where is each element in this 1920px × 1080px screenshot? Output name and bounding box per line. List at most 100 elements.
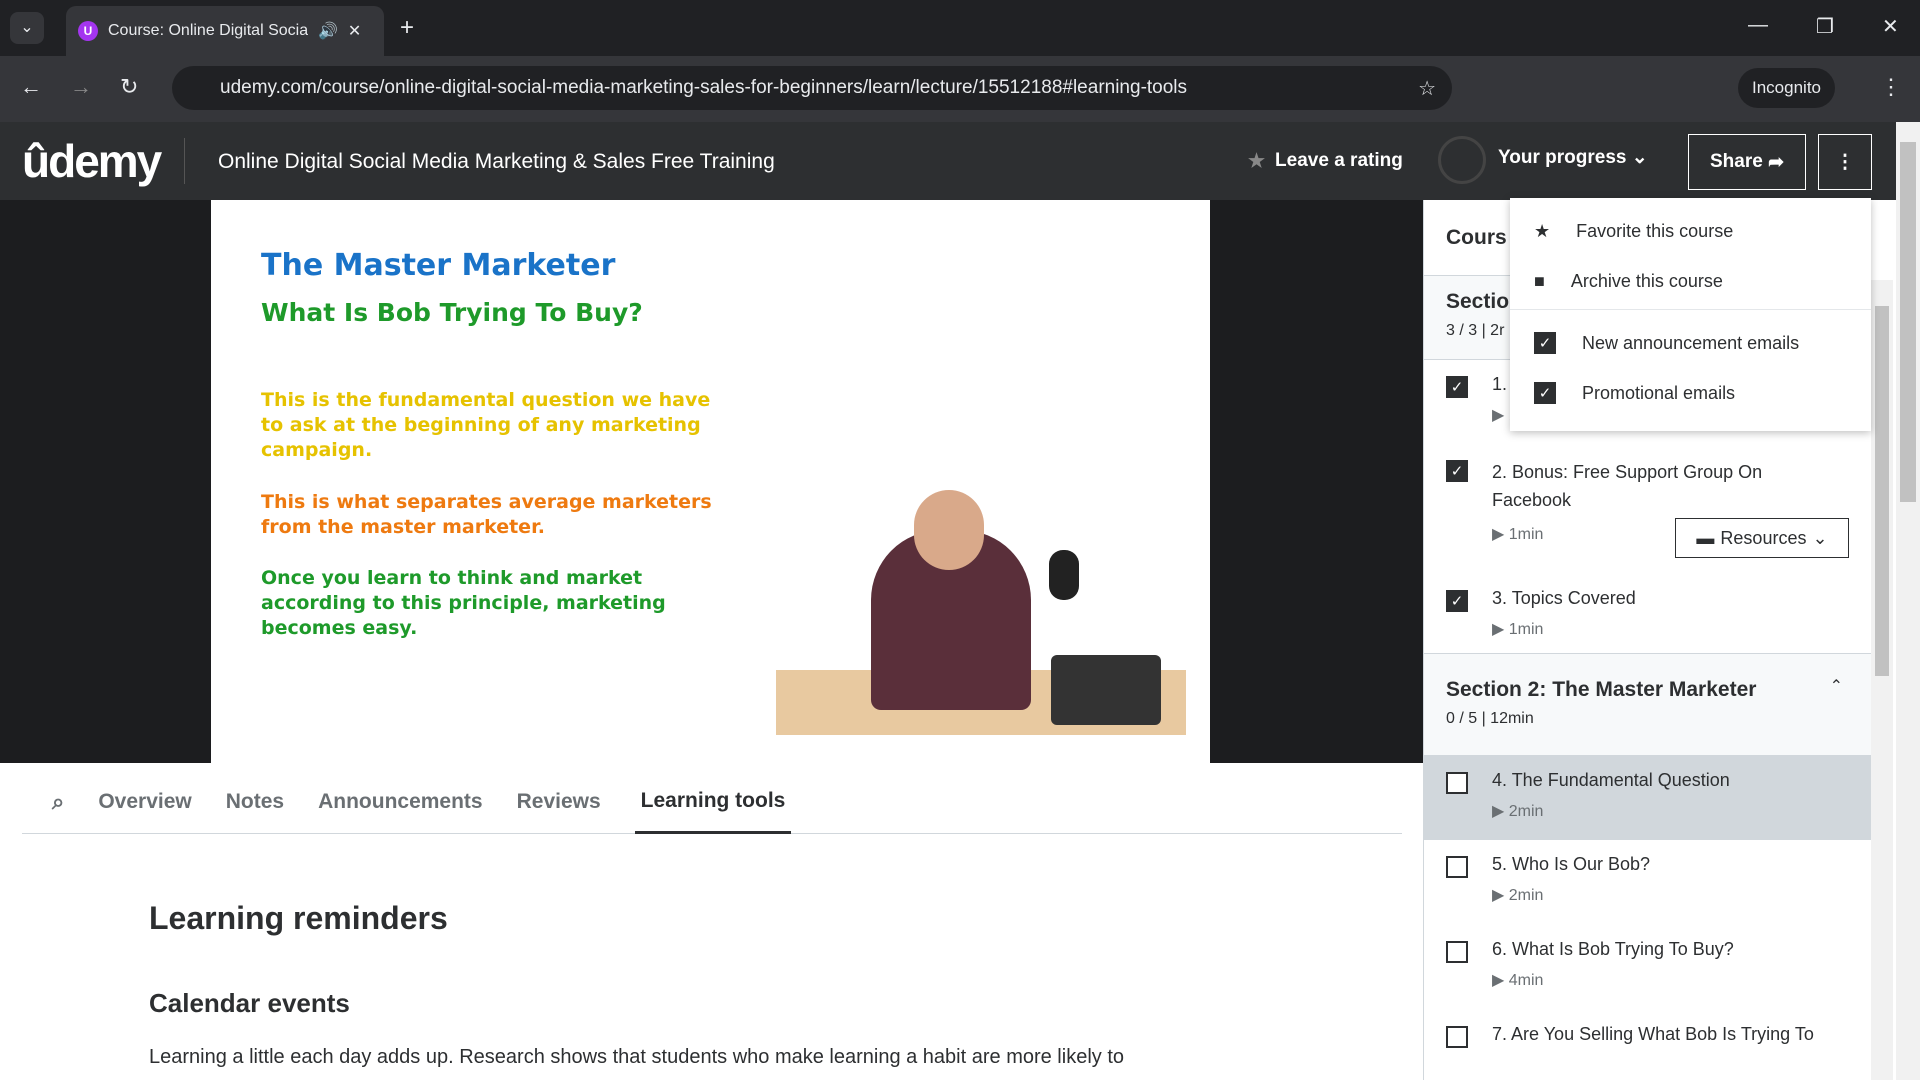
udemy-logo[interactable]: ûdemy bbox=[22, 134, 162, 188]
folder-icon: ■ bbox=[1534, 270, 1545, 291]
tab-reviews[interactable]: Reviews bbox=[517, 790, 601, 814]
slide-paragraph: This is the fundamental question we have… bbox=[261, 389, 711, 461]
tab-notes[interactable]: Notes bbox=[226, 790, 284, 814]
share-button[interactable]: Share ➦ bbox=[1688, 134, 1806, 190]
lecture-item[interactable]: ✓ 3. Topics Covered ▶ 1min bbox=[1424, 574, 1871, 654]
tab-list-icon[interactable]: ⌄ bbox=[10, 12, 44, 44]
close-window-icon[interactable]: ✕ bbox=[1882, 14, 1899, 39]
course-title[interactable]: Online Digital Social Media Marketing & … bbox=[218, 150, 775, 174]
lecture-title: 4. The Fundamental Question bbox=[1492, 770, 1730, 790]
checkbox[interactable]: ✓ bbox=[1534, 382, 1556, 404]
bookmark-star-icon[interactable]: ☆ bbox=[1418, 76, 1436, 101]
minimize-icon[interactable]: — bbox=[1748, 14, 1768, 39]
restore-icon[interactable]: ❐ bbox=[1816, 14, 1834, 39]
sidebar-scrollbar[interactable] bbox=[1871, 280, 1893, 1080]
reload-icon[interactable]: ↻ bbox=[120, 74, 138, 100]
slide-paragraph: Once you learn to think and market accor… bbox=[261, 567, 666, 639]
close-tab-icon[interactable]: ✕ bbox=[348, 21, 361, 41]
menu-label: Promotional emails bbox=[1582, 382, 1736, 403]
checkbox[interactable] bbox=[1446, 1026, 1468, 1048]
tab-learning-tools[interactable]: Learning tools bbox=[634, 769, 792, 834]
folder-icon: ▬ bbox=[1696, 527, 1715, 548]
speaker-icon[interactable]: 🔊 bbox=[318, 21, 338, 41]
menu-label: Favorite this course bbox=[1576, 220, 1734, 241]
lecture-duration: 4min bbox=[1508, 972, 1544, 989]
video-icon: ▶ bbox=[1492, 972, 1505, 989]
description-text: Learning a little each day adds up. Rese… bbox=[149, 1046, 1124, 1068]
checkbox[interactable]: ✓ bbox=[1534, 332, 1556, 354]
section-header[interactable]: Section 2: The Master Marketer 0 / 5 | 12… bbox=[1424, 654, 1871, 756]
menu-label: New announcement emails bbox=[1582, 332, 1800, 353]
checkbox[interactable]: ✓ bbox=[1446, 460, 1468, 482]
checkbox[interactable] bbox=[1446, 941, 1468, 963]
video-icon: ▶ bbox=[1492, 526, 1505, 543]
leave-rating-button[interactable]: ★ Leave a rating bbox=[1248, 150, 1403, 173]
laptop-image bbox=[1051, 655, 1161, 725]
menu-label: Archive this course bbox=[1570, 270, 1723, 291]
video-icon: ▶ bbox=[1492, 803, 1505, 820]
incognito-label: Incognito bbox=[1752, 78, 1821, 97]
checkbox[interactable]: ✓ bbox=[1446, 590, 1468, 612]
video-icon: ▶ bbox=[1492, 621, 1505, 638]
udemy-favicon: U bbox=[78, 21, 98, 41]
url-field[interactable]: udemy.com/course/online-digital-social-m… bbox=[172, 66, 1452, 110]
incognito-badge[interactable]: Incognito bbox=[1738, 68, 1835, 108]
menu-item-announcement-emails[interactable]: ✓ New announcement emails bbox=[1510, 318, 1871, 368]
search-icon[interactable]: ⌕ bbox=[52, 789, 64, 815]
video-icon: ▶ bbox=[1492, 887, 1505, 904]
section-meta: 0 / 5 | 12min bbox=[1446, 710, 1534, 727]
slide-paragraph: This is what separates average marketers… bbox=[261, 491, 712, 538]
presenter-head bbox=[914, 490, 984, 570]
more-options-button[interactable]: ⋮ bbox=[1818, 134, 1872, 190]
resources-dropdown[interactable]: ▬ Resources ⌄ bbox=[1675, 518, 1849, 558]
page-scrollbar[interactable] bbox=[1896, 122, 1920, 1080]
browser-tab-bar: ⌄ U Course: Online Digital Social Media … bbox=[0, 0, 1920, 56]
rating-label: Leave a rating bbox=[1275, 150, 1403, 171]
lecture-title: 2. Bonus: Free Support Group On Facebook bbox=[1492, 462, 1763, 510]
lecture-duration: 2min bbox=[1508, 887, 1544, 904]
microphone-image bbox=[1049, 550, 1079, 600]
slide-title: The Master Marketer bbox=[261, 248, 616, 283]
divider bbox=[184, 138, 185, 184]
star-icon: ★ bbox=[1248, 151, 1266, 172]
menu-item-archive[interactable]: ■ Archive this course bbox=[1510, 256, 1871, 306]
lecture-title: 6. What Is Bob Trying To Buy? bbox=[1492, 939, 1734, 959]
course-header: ûdemy Online Digital Social Media Market… bbox=[0, 122, 1896, 200]
tab-announcements[interactable]: Announcements bbox=[318, 790, 483, 814]
lecture-duration: 2min bbox=[1508, 803, 1544, 820]
chevron-up-icon[interactable]: ⌃ bbox=[1830, 676, 1843, 696]
course-options-menu: ★ Favorite this course ■ Archive this cour… bbox=[1510, 198, 1871, 431]
lecture-slide[interactable]: The Master Marketer What Is Bob Trying T… bbox=[211, 200, 1210, 763]
lecture-item[interactable]: 7. Are You Selling What Bob Is Trying To bbox=[1424, 1010, 1871, 1070]
checkbox[interactable]: ✓ bbox=[1446, 376, 1468, 398]
new-tab-icon[interactable]: + bbox=[400, 14, 414, 42]
lecture-item[interactable]: 5. Who Is Our Bob? ▶ 2min bbox=[1424, 840, 1871, 925]
browser-tab[interactable]: U Course: Online Digital Social Media Ma… bbox=[66, 6, 384, 56]
lecture-item[interactable]: 6. What Is Bob Trying To Buy? ▶ 4min bbox=[1424, 925, 1871, 1010]
url-text: udemy.com/course/online-digital-social-m… bbox=[220, 77, 1188, 98]
share-label: Share bbox=[1709, 151, 1763, 172]
back-icon[interactable]: ← bbox=[20, 74, 42, 100]
star-icon: ★ bbox=[1534, 220, 1551, 241]
menu-item-promotional-emails[interactable]: ✓ Promotional emails bbox=[1510, 368, 1871, 418]
menu-item-favorite[interactable]: ★ Favorite this course bbox=[1510, 206, 1871, 256]
lecture-title: 5. Who Is Our Bob? bbox=[1492, 854, 1651, 874]
forward-icon[interactable]: → bbox=[70, 74, 92, 100]
lecture-duration: 1min bbox=[1508, 621, 1544, 638]
tab-title: Course: Online Digital Social Media Mark… bbox=[108, 22, 308, 39]
browser-menu-icon[interactable]: ⋮ bbox=[1880, 74, 1902, 100]
tab-overview[interactable]: Overview bbox=[98, 790, 191, 814]
section-title: Section 2: The Master Marketer bbox=[1446, 678, 1757, 701]
lecture-title: 7. Are You Selling What Bob Is Trying To bbox=[1492, 1024, 1814, 1044]
slide-subtitle: What Is Bob Trying To Buy? bbox=[261, 298, 643, 327]
resources-label: Resources bbox=[1720, 527, 1807, 548]
subsection-heading: Calendar events bbox=[149, 988, 350, 1018]
your-progress-button[interactable]: Your progress ⌄ bbox=[1498, 146, 1648, 169]
address-bar-row: ← → ↻ udemy.com/course/online-digital-so… bbox=[0, 56, 1920, 122]
checkbox[interactable] bbox=[1446, 772, 1468, 794]
progress-ring bbox=[1438, 136, 1486, 184]
video-icon: ▶ bbox=[1492, 407, 1505, 424]
checkbox[interactable] bbox=[1446, 856, 1468, 878]
lecture-item[interactable]: ✓ 2. Bonus: Free Support Group On Faceboo… bbox=[1424, 444, 1871, 574]
lecture-item-active[interactable]: 4. The Fundamental Question ▶ 2min bbox=[1424, 756, 1871, 840]
